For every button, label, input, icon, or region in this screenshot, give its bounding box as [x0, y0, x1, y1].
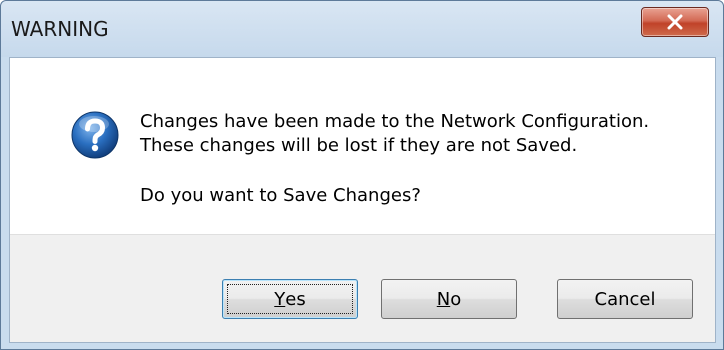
title-bar[interactable]: WARNING [1, 1, 723, 57]
message-line-2: These changes will be lost if they are n… [140, 135, 578, 156]
close-x-icon [667, 14, 683, 30]
dialog-window: WARNING Changes have been made to the Ne… [0, 0, 724, 350]
cancel-button[interactable]: Cancel [557, 279, 693, 319]
message-question: Do you want to Save Changes? [140, 185, 421, 206]
cancel-label: Cancel [594, 288, 656, 310]
message-area: Changes have been made to the Network Co… [10, 58, 715, 234]
question-icon [71, 111, 119, 159]
close-button[interactable] [641, 7, 709, 37]
button-bar: Yes No Cancel [10, 234, 715, 342]
window-title: WARNING [11, 17, 109, 41]
yes-button[interactable]: Yes [222, 279, 358, 319]
focus-ring [227, 284, 353, 314]
message-line-1: Changes have been made to the Network Co… [140, 111, 650, 132]
no-label-rest: o [450, 288, 462, 310]
no-button[interactable]: No [381, 279, 517, 319]
no-mnemonic: N [436, 288, 451, 310]
dialog-client-area: Changes have been made to the Network Co… [9, 57, 716, 343]
